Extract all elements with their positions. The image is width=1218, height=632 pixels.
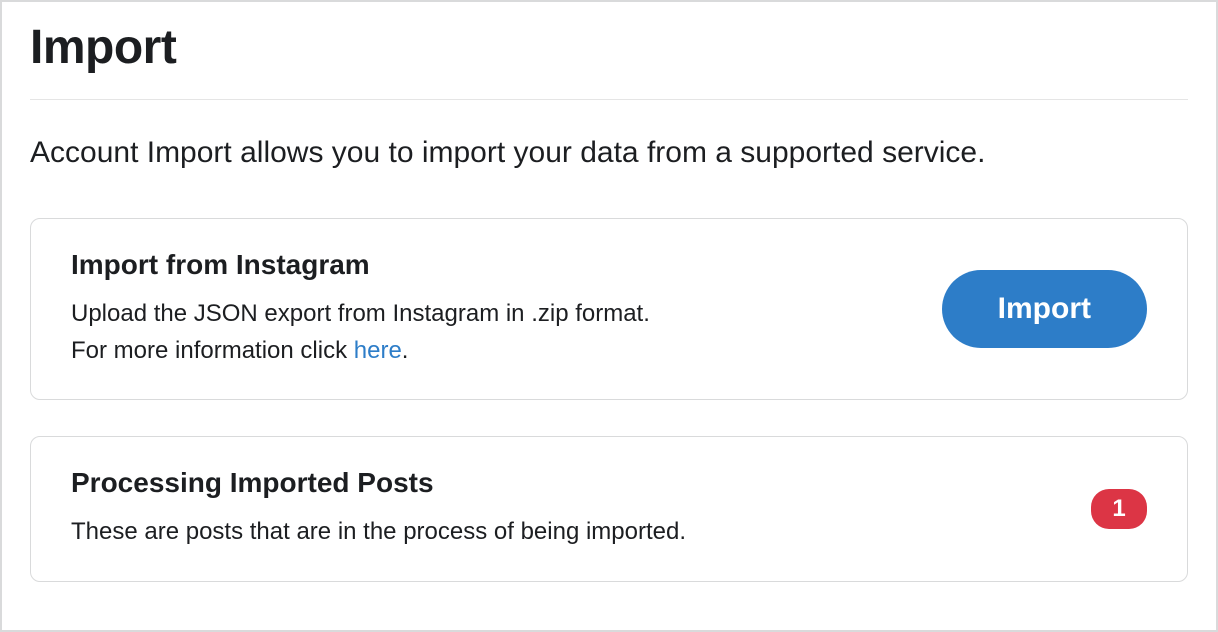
- import-desc-line2-suffix: .: [402, 337, 409, 364]
- intro-text: Account Import allows you to import your…: [30, 136, 1188, 170]
- processing-posts-card: Processing Imported Posts These are post…: [30, 436, 1188, 581]
- import-button[interactable]: Import: [942, 270, 1147, 348]
- import-desc-line2-prefix: For more information click: [71, 337, 354, 364]
- import-card-description: Upload the JSON export from Instagram in…: [71, 295, 922, 369]
- divider: [30, 99, 1188, 100]
- more-info-link[interactable]: here: [354, 337, 402, 364]
- processing-card-content: Processing Imported Posts These are post…: [71, 467, 1091, 550]
- import-instagram-card: Import from Instagram Upload the JSON ex…: [30, 218, 1188, 400]
- processing-count-badge: 1: [1091, 489, 1147, 529]
- import-card-title: Import from Instagram: [71, 249, 922, 281]
- processing-card-description: These are posts that are in the process …: [71, 513, 1071, 550]
- import-card-content: Import from Instagram Upload the JSON ex…: [71, 249, 942, 369]
- page-title: Import: [30, 20, 1188, 75]
- import-desc-line1: Upload the JSON export from Instagram in…: [71, 300, 650, 327]
- import-page: Import Account Import allows you to impo…: [0, 0, 1218, 632]
- processing-card-title: Processing Imported Posts: [71, 467, 1071, 499]
